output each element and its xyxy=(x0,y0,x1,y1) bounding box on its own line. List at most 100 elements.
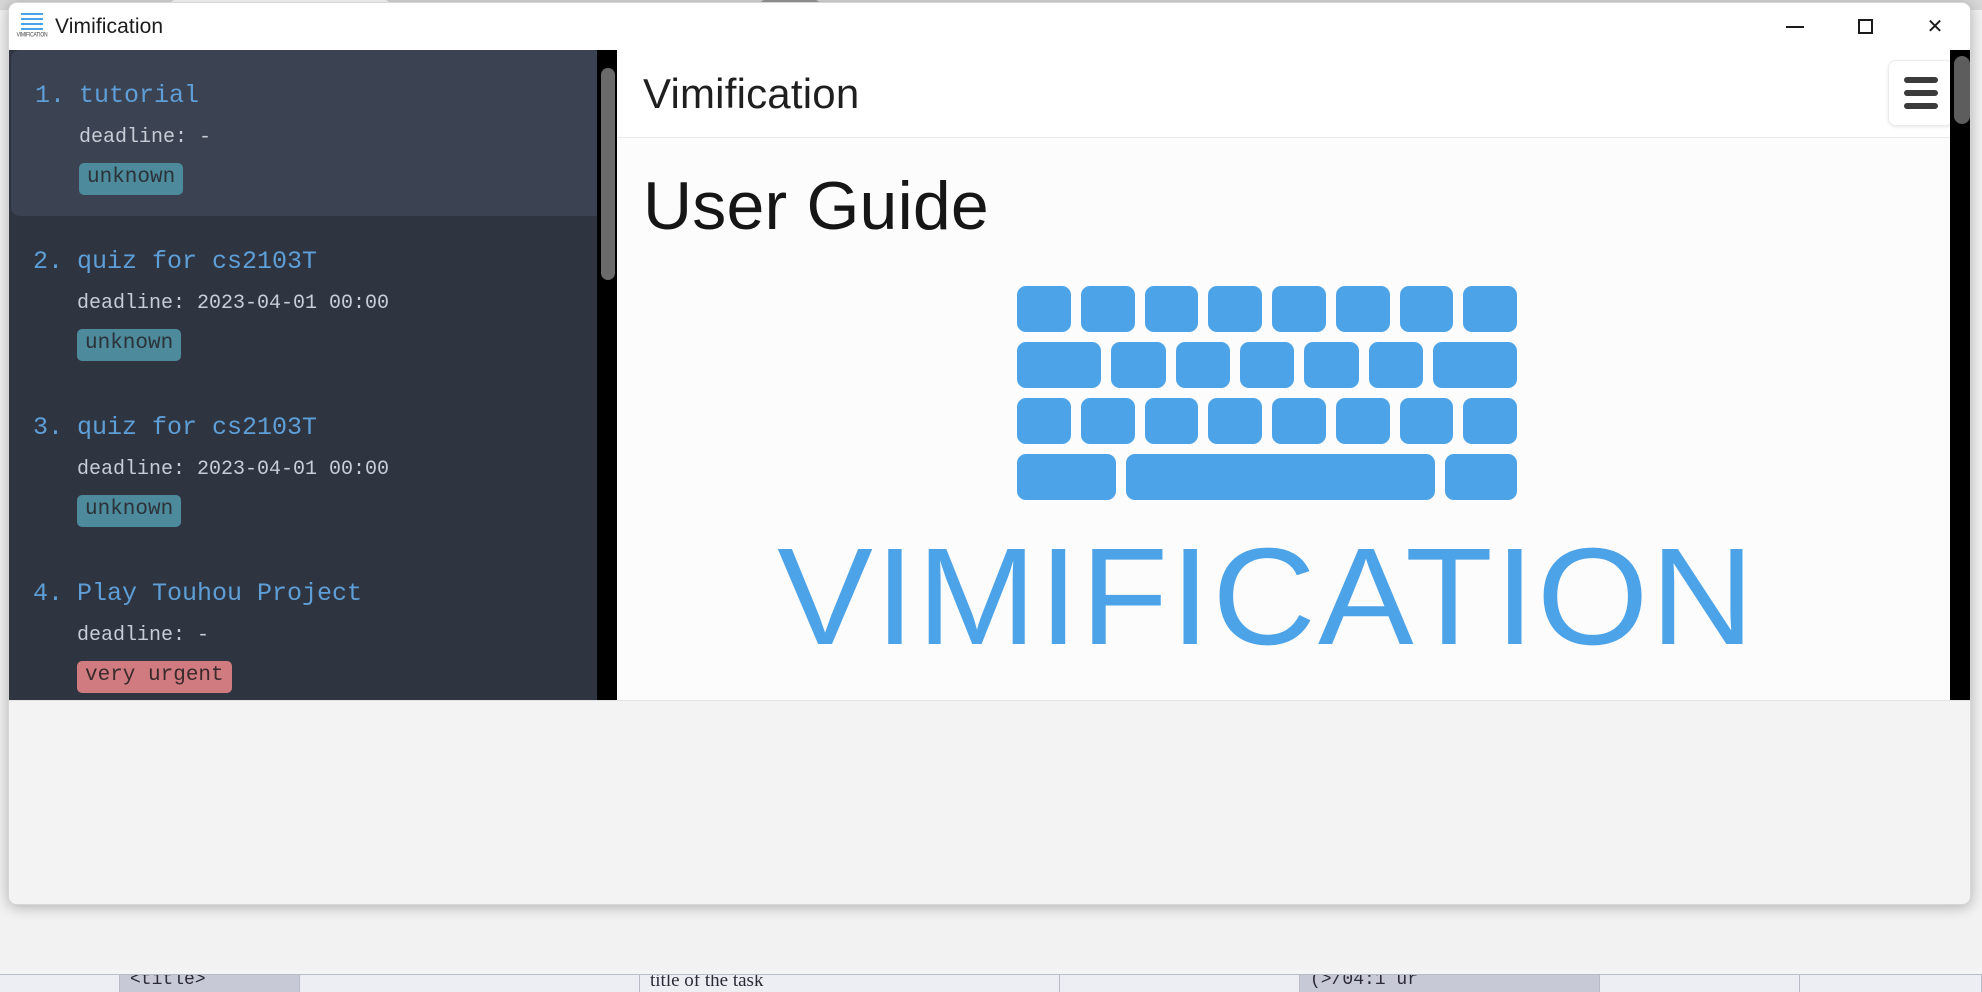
window-controls: ✕ xyxy=(1760,3,1970,50)
task-badge-row: unknown xyxy=(33,481,617,527)
status-badge: very urgent xyxy=(77,660,232,693)
background-document: <title> title of the task (>/04:1 ur xyxy=(0,970,1982,992)
background-doc-cell xyxy=(300,975,640,992)
keyboard-key xyxy=(1463,286,1517,332)
background-doc-cell: title of the task xyxy=(640,975,1060,992)
keyboard-key-wide xyxy=(1432,342,1518,388)
task-items-container: 1. tutorial deadline: - unknown 2. quiz for c… xyxy=(9,50,617,700)
task-title: Play Touhou Project xyxy=(77,579,363,608)
app-logo-icon: VIMIFICATION xyxy=(16,12,48,42)
keyboard-icon xyxy=(1017,286,1518,500)
hamburger-menu-icon-bar xyxy=(1904,77,1938,83)
keyboard-row xyxy=(1017,342,1518,388)
help-header: Vimification xyxy=(617,50,1970,138)
task-deadline: deadline: 2023-04-01 00:00 xyxy=(77,291,390,315)
task-badge-row: very urgent xyxy=(33,647,617,693)
keyboard-key xyxy=(1399,286,1454,332)
window-title: Vimification xyxy=(55,14,164,38)
task-item[interactable]: 1. tutorial deadline: - unknown xyxy=(11,50,615,216)
task-title-row: 3. quiz for cs2103T xyxy=(33,414,617,442)
task-badge-row: unknown xyxy=(35,149,615,195)
task-title: quiz for cs2103T xyxy=(77,413,318,442)
background-doc-cell xyxy=(1600,975,1800,992)
task-title-row: 4. Play Touhou Project xyxy=(33,580,617,608)
task-index: 1. xyxy=(35,81,66,110)
keyboard-key-spacebar xyxy=(1126,454,1436,500)
keyboard-key-wide xyxy=(1017,342,1102,388)
keyboard-key xyxy=(1208,286,1262,332)
help-panel-scrollbar-thumb[interactable] xyxy=(1954,56,1970,124)
keyboard-row xyxy=(1017,286,1517,332)
help-panel-scrollbar[interactable] xyxy=(1950,50,1970,700)
status-badge: unknown xyxy=(77,328,182,361)
command-bar-area[interactable] xyxy=(9,700,1970,904)
keyboard-key-modifier xyxy=(1017,454,1117,500)
hamburger-menu-icon-bar xyxy=(1904,90,1938,96)
help-panel: Vimification User Guide VIMIFICATION xyxy=(617,50,1970,700)
keyboard-key xyxy=(1463,398,1517,444)
task-list-scrollbar[interactable] xyxy=(597,50,617,700)
keyboard-key xyxy=(1399,398,1454,444)
hamburger-menu-icon-bar xyxy=(1904,103,1938,109)
main-content: 1. tutorial deadline: - unknown 2. quiz for c… xyxy=(9,50,1970,700)
task-item[interactable]: 2. quiz for cs2103T deadline: 2023-04-01 0… xyxy=(9,216,617,382)
user-guide-heading: User Guide xyxy=(643,168,989,244)
task-index: 3. xyxy=(33,413,64,442)
task-deadline: deadline: - xyxy=(77,623,210,647)
task-badge-row: unknown xyxy=(33,315,617,361)
background-doc-cell xyxy=(1800,975,1982,992)
keyboard-key xyxy=(1144,398,1199,444)
task-item[interactable]: 4. Play Touhou Project deadline: - very urg… xyxy=(9,548,617,700)
keyboard-key xyxy=(1017,286,1071,332)
keyboard-key xyxy=(1175,342,1230,388)
keyboard-glyph-icon xyxy=(21,12,43,31)
keyboard-key xyxy=(1080,398,1135,444)
task-index: 2. xyxy=(33,247,64,276)
help-header-title: Vimification xyxy=(643,69,860,117)
task-deadline: deadline: - xyxy=(79,125,212,149)
help-content: User Guide VIMIFICATION xyxy=(617,138,1970,700)
background-doc-cell: <title> xyxy=(120,975,300,992)
maximize-button[interactable] xyxy=(1830,3,1900,50)
task-item[interactable]: 3. quiz for cs2103T deadline: 2023-04-01 0… xyxy=(9,382,617,548)
close-icon: ✕ xyxy=(1926,15,1944,38)
minimize-button[interactable] xyxy=(1760,3,1830,50)
keyboard-key xyxy=(1335,398,1390,444)
task-title-row: 2. quiz for cs2103T xyxy=(33,248,617,276)
task-deadline: deadline: 2023-04-01 00:00 xyxy=(77,457,390,481)
task-title-row: 1. tutorial xyxy=(35,82,615,110)
keyboard-key xyxy=(1368,342,1423,388)
task-index: 4. xyxy=(33,579,64,608)
hamburger-menu-button[interactable] xyxy=(1888,60,1954,126)
keyboard-row xyxy=(1017,454,1517,500)
keyboard-key xyxy=(1304,342,1359,388)
background-doc-row: <title> title of the task (>/04:1 ur xyxy=(0,974,1982,992)
task-title: tutorial xyxy=(79,81,200,110)
minimize-icon xyxy=(1786,25,1804,28)
title-bar: VIMIFICATION Vimification ✕ xyxy=(9,3,1970,50)
vimification-logo: VIMIFICATION xyxy=(617,286,1917,674)
window-body: 1. tutorial deadline: - unknown 2. quiz for c… xyxy=(9,50,1970,904)
task-title: quiz for cs2103T xyxy=(77,247,318,276)
keyboard-key xyxy=(1017,398,1071,444)
keyboard-key xyxy=(1080,286,1135,332)
background-doc-cell: (>/04:1 ur xyxy=(1300,975,1600,992)
background-doc-cell xyxy=(0,975,120,992)
task-list-scrollbar-thumb[interactable] xyxy=(601,68,615,280)
background-doc-cell xyxy=(1060,975,1300,992)
application-window: VIMIFICATION Vimification ✕ 1. tutorial de… xyxy=(8,2,1971,905)
app-logo-wordmark: VIMIFICATION xyxy=(16,30,48,39)
keyboard-key xyxy=(1335,286,1390,332)
keyboard-key xyxy=(1208,398,1262,444)
keyboard-key xyxy=(1272,286,1326,332)
keyboard-key xyxy=(1111,342,1166,388)
close-button[interactable]: ✕ xyxy=(1900,3,1970,50)
status-badge: unknown xyxy=(77,494,182,527)
keyboard-key xyxy=(1272,398,1326,444)
maximize-icon xyxy=(1857,19,1873,34)
keyboard-key xyxy=(1144,286,1199,332)
logo-wordmark: VIMIFICATION xyxy=(777,520,1757,674)
keyboard-key xyxy=(1239,342,1295,388)
task-list-panel: 1. tutorial deadline: - unknown 2. quiz for c… xyxy=(9,50,617,700)
keyboard-row xyxy=(1017,398,1517,444)
